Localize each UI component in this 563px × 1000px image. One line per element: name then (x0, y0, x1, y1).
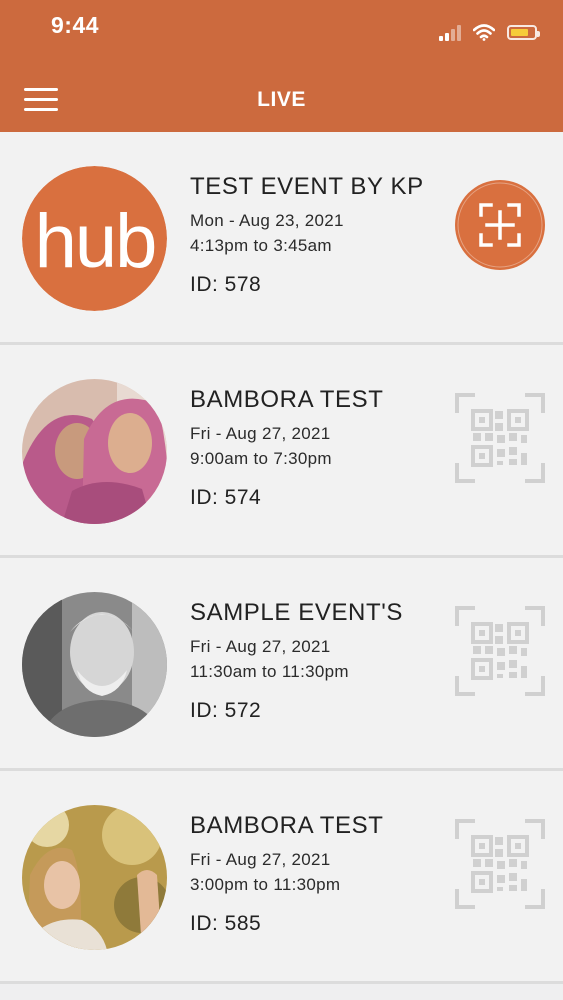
qr-code-icon (455, 606, 545, 696)
app-header: 9:44 LIVE (0, 0, 563, 132)
event-id: ID: 572 (190, 699, 262, 722)
event-title: BAMBORA TEST (190, 812, 384, 839)
event-row[interactable]: BAMBORA TEST Fri - Aug 27, 2021 3:00pm t… (0, 771, 563, 984)
event-date: Fri - Aug 27, 2021 (190, 637, 331, 656)
event-time: 3:00pm to 11:30pm (190, 875, 341, 894)
page-title: LIVE (257, 88, 306, 111)
event-time: 9:00am to 7:30pm (190, 449, 332, 468)
hub-logo-avatar: hub (22, 166, 167, 311)
event-time: 4:13pm to 3:45am (190, 236, 332, 255)
event-id: ID: 574 (190, 486, 262, 509)
qr-code-button[interactable] (455, 819, 545, 909)
event-row[interactable]: BAMBORA TEST Fri - Aug 27, 2021 9:00am t… (0, 345, 563, 558)
event-date: Mon - Aug 23, 2021 (190, 211, 344, 230)
scan-plus-button[interactable] (455, 180, 545, 270)
event-date: Fri - Aug 27, 2021 (190, 850, 331, 869)
event-date: Fri - Aug 27, 2021 (190, 424, 331, 443)
event-list: hub TEST EVENT BY KP Mon - Aug 23, 2021 … (0, 132, 563, 984)
event-id: ID: 578 (190, 273, 262, 296)
event-row[interactable]: hub TEST EVENT BY KP Mon - Aug 23, 2021 … (0, 132, 563, 345)
wifi-icon (473, 24, 495, 41)
qr-code-button[interactable] (455, 393, 545, 483)
event-title: SAMPLE EVENT'S (190, 599, 404, 626)
two-women-photo (22, 379, 167, 524)
event-id: ID: 585 (190, 912, 262, 935)
status-icons (439, 24, 540, 41)
event-time: 11:30am to 11:30pm (190, 662, 349, 681)
qr-code-icon (455, 393, 545, 483)
scan-plus-icon (455, 180, 545, 270)
signal-icon (439, 24, 461, 41)
qr-code-button[interactable] (455, 606, 545, 696)
status-time: 9:44 (51, 12, 100, 38)
hub-logo-text: hub (35, 199, 156, 284)
event-title: BAMBORA TEST (190, 386, 384, 413)
event-row[interactable]: SAMPLE EVENT'S Fri - Aug 27, 2021 11:30a… (0, 558, 563, 771)
elderly-man-photo (22, 592, 167, 737)
battery-icon (507, 25, 540, 40)
qr-code-icon (455, 819, 545, 909)
woman-selfie-photo (22, 805, 167, 950)
event-title: TEST EVENT BY KP (190, 173, 424, 200)
